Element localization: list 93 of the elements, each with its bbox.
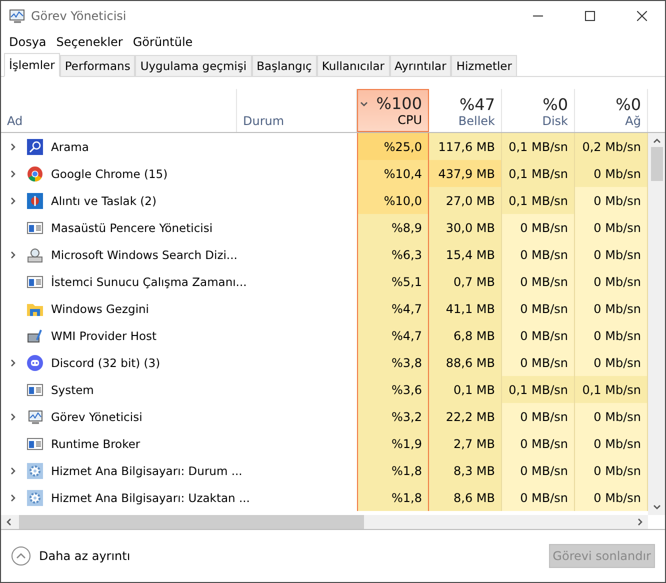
table-cell: %25,0: [357, 133, 429, 160]
process-name: Runtime Broker: [51, 436, 140, 450]
table-cell: 0,1 MB/sn: [502, 133, 575, 160]
table-cell: 0 Mb/sn: [575, 214, 648, 241]
table-cell: 6,8 MB: [429, 322, 502, 349]
table-cell: 0 MB/sn: [502, 349, 575, 376]
menu-item[interactable]: Görüntüle: [128, 35, 198, 49]
column-label: Durum: [243, 114, 284, 128]
table-cell: 0 Mb/sn: [575, 322, 648, 349]
process-name: Alıntı ve Taslak (2): [51, 194, 156, 208]
table-cell: 0,1 MB/sn: [502, 160, 575, 187]
process-name: Görev Yöneticisi: [51, 410, 142, 424]
process-name: Arama: [51, 140, 89, 154]
process-name: WMI Provider Host: [51, 328, 157, 342]
column-header[interactable]: %100 CPU: [357, 89, 429, 132]
process-name: Google Chrome (15): [51, 166, 168, 180]
tab[interactable]: Uygulama geçmişi: [135, 55, 252, 76]
window-title: Görev Yöneticisi: [31, 9, 128, 23]
table-cell: %3,2: [357, 403, 429, 430]
table-cell: 41,1 MB: [429, 295, 502, 322]
table-cell: 27,0 MB: [429, 187, 502, 214]
process-name: İstemci Sunucu Çalışma Zamanı...: [51, 274, 247, 288]
table-cell: %1,9: [357, 430, 429, 457]
table-cell: %5,1: [357, 268, 429, 295]
table-cell: 0,7 MB: [429, 268, 502, 295]
tab[interactable]: İşlemler: [4, 53, 60, 77]
table-cell: 0 Mb/sn: [575, 349, 648, 376]
table-cell: %8,9: [357, 214, 429, 241]
process-name: Hizmet Ana Bilgisayarı: Durum ...: [51, 464, 242, 478]
table-cell: 2,7 MB: [429, 430, 502, 457]
table-cell: 0,1 MB: [429, 376, 502, 403]
table-cell: %3,8: [357, 349, 429, 376]
table-cell: 88,6 MB: [429, 349, 502, 376]
table-cell: %1,8: [357, 484, 429, 511]
column-total: %0: [542, 95, 568, 114]
table-cell: 0 MB/sn: [502, 295, 575, 322]
tab[interactable]: Hizmetler: [451, 55, 517, 76]
column-label: Disk: [542, 114, 568, 128]
menu-item[interactable]: Seçenekler: [51, 35, 128, 49]
table-cell: 8,6 MB: [429, 484, 502, 511]
table-cell: 0 MB/sn: [502, 403, 575, 430]
table-cell: 0 MB/sn: [502, 241, 575, 268]
table-cell: 15,4 MB: [429, 241, 502, 268]
process-name: System: [51, 382, 94, 396]
table-cell: %4,7: [357, 322, 429, 349]
process-name: Hizmet Ana Bilgisayarı: Uzaktan ...: [51, 490, 250, 504]
column-label: Ad: [7, 114, 23, 128]
column-total: %0: [616, 95, 641, 114]
table-cell: 0 MB/sn: [502, 268, 575, 295]
table-cell: 8,3 MB: [429, 457, 502, 484]
table-cell: 0 MB/sn: [502, 430, 575, 457]
table-cell: 0 Mb/sn: [575, 241, 648, 268]
process-name: Discord (32 bit) (3): [51, 356, 160, 370]
table-cell: 30,0 MB: [429, 214, 502, 241]
table-cell: %10,4: [357, 160, 429, 187]
column-label: Ağ: [625, 114, 641, 128]
table-cell: %6,3: [357, 241, 429, 268]
table-cell: %1,8: [357, 457, 429, 484]
tab[interactable]: Ayrıntılar: [390, 55, 452, 76]
table-cell: 0,1 MB/sn: [502, 187, 575, 214]
process-name: Microsoft Windows Search Dizi...: [51, 248, 238, 262]
process-name: Masaüstü Pencere Yöneticisi: [51, 220, 213, 234]
table-cell: 437,9 MB: [429, 160, 502, 187]
table-cell: 0 Mb/sn: [575, 430, 648, 457]
table-cell: 0 Mb/sn: [575, 268, 648, 295]
column-label: Bellek: [458, 114, 495, 128]
tab[interactable]: Başlangıç: [252, 55, 317, 76]
fewer-details-toggle[interactable]: Daha az ayrıntı: [11, 546, 130, 566]
table-cell: 0 Mb/sn: [575, 484, 648, 511]
table-cell: %4,7: [357, 295, 429, 322]
table-cell: 0 Mb/sn: [575, 187, 648, 214]
table-cell: 0 Mb/sn: [575, 457, 648, 484]
table-cell: 117,6 MB: [429, 133, 502, 160]
column-total: %100: [376, 94, 422, 113]
table-cell: 0 Mb/sn: [575, 160, 648, 187]
table-cell: %3,6: [357, 376, 429, 403]
column-label: CPU: [398, 113, 422, 127]
tab[interactable]: Kullanıcılar: [316, 55, 390, 76]
table-cell: 0 Mb/sn: [575, 295, 648, 322]
table-cell: 22,2 MB: [429, 403, 502, 430]
table-cell: 0,1 Mb/sn: [575, 376, 648, 403]
tab[interactable]: Performans: [60, 55, 136, 76]
table-cell: 0 MB/sn: [502, 322, 575, 349]
column-total: %47: [459, 95, 495, 114]
table-cell: %10,0: [357, 187, 429, 214]
table-cell: 0 MB/sn: [502, 457, 575, 484]
table-cell: 0 Mb/sn: [575, 403, 648, 430]
menu-item[interactable]: Dosya: [4, 35, 52, 49]
table-cell: 0 MB/sn: [502, 484, 575, 511]
process-name: Windows Gezgini: [51, 302, 149, 316]
table-cell: 0,1 MB/sn: [502, 376, 575, 403]
table-cell: 0,2 Mb/sn: [575, 133, 648, 160]
table-cell: 0 MB/sn: [502, 214, 575, 241]
